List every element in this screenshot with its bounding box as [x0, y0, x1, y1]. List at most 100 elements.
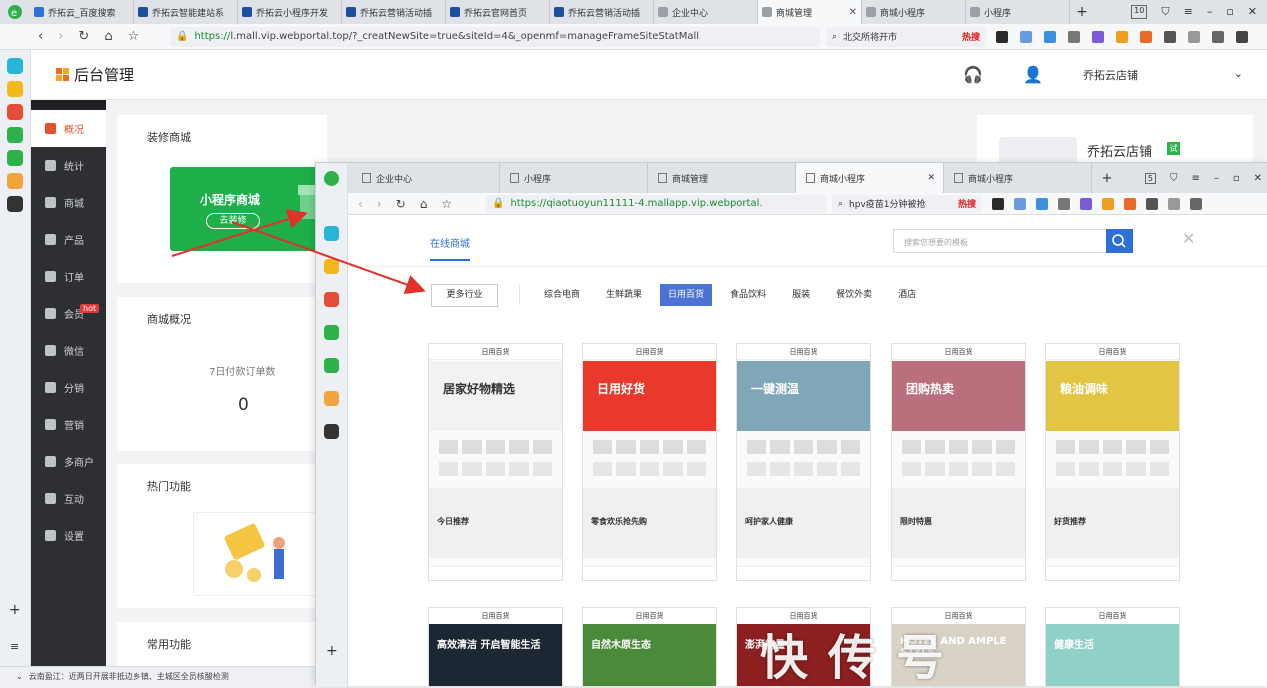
undo-icon[interactable] — [1212, 30, 1224, 43]
extension-icon[interactable] — [992, 197, 1004, 210]
maximize-button[interactable]: ▫ — [1233, 173, 1240, 184]
template-card[interactable]: 日用百货 健康生活 — [1045, 607, 1180, 687]
game-icon[interactable] — [324, 391, 339, 406]
close-tab-icon[interactable]: ✕ — [849, 7, 857, 18]
extension-icon[interactable] — [1014, 197, 1026, 210]
template-card[interactable]: 日用百货 居家好物精选 今日推荐 — [428, 343, 563, 581]
admin-menu-item[interactable]: 多商户 — [31, 443, 106, 480]
popup-search-box[interactable]: ⌕ hpv疫苗1分钟被抢 热搜 — [832, 194, 982, 213]
vip-feature-tile[interactable] — [193, 512, 323, 596]
admin-menu-item[interactable]: 设置 — [31, 517, 106, 554]
browser-tab[interactable]: 乔拓云小程序开发 — [238, 0, 342, 24]
star-icon[interactable]: ☆ — [441, 197, 452, 211]
shield-icon[interactable] — [1116, 30, 1128, 43]
admin-menu-item[interactable]: 分销 — [31, 369, 106, 406]
admin-menu-item[interactable]: 订单 — [31, 258, 106, 295]
extension-icon[interactable] — [996, 30, 1008, 43]
template-card[interactable]: 日用百货 团购热卖 限时特惠 — [891, 343, 1026, 581]
weibo-icon[interactable] — [324, 292, 339, 307]
add-icon[interactable]: + — [9, 602, 21, 618]
browser-tab[interactable]: 商城小程序 — [862, 0, 966, 24]
extension-icon[interactable] — [1044, 30, 1056, 43]
admin-menu-item[interactable]: 统计 — [31, 147, 106, 184]
star-icon[interactable] — [7, 81, 23, 97]
admin-menu-item[interactable]: 互动 — [31, 480, 106, 517]
minimize-button[interactable]: – — [1214, 173, 1219, 184]
back-icon[interactable]: ‹ — [358, 197, 363, 211]
online-mall-tab[interactable]: 在线商城 — [430, 235, 470, 250]
shop-selector[interactable]: 乔拓云店铺 ⌄ — [1083, 67, 1243, 83]
mp-mall-card[interactable]: 小程序商城 去装修 — [170, 167, 320, 251]
admin-menu-item[interactable]: 产品 — [31, 221, 106, 258]
url-field[interactable]: 🔒 https://l.mall.vip.webportal.top/?_cre… — [170, 26, 820, 47]
close-icon[interactable]: ✕ — [1182, 229, 1195, 248]
go-decorate-button[interactable]: 去装修 — [206, 213, 260, 229]
popup-browser-tab[interactable]: 企业中心 — [352, 163, 500, 193]
forward-icon[interactable]: › — [377, 197, 382, 211]
admin-menu-item[interactable]: 商城 — [31, 184, 106, 221]
star-icon[interactable]: ☆ — [128, 29, 140, 44]
tab-count-badge[interactable]: 10 — [1131, 5, 1148, 19]
maximize-button[interactable]: ▫ — [1226, 5, 1233, 19]
category-tab[interactable]: 餐饮外卖 — [828, 284, 880, 306]
template-card[interactable]: 日用百货 一键测温 呵护家人健康 — [736, 343, 871, 581]
category-tab[interactable]: 服装 — [784, 284, 818, 306]
user-icon[interactable]: 👤 — [1023, 65, 1043, 84]
popup-browser-tab[interactable]: 小程序 — [500, 163, 648, 193]
template-search-input[interactable]: 搜索您想要的模板 — [893, 229, 1108, 253]
brightness-icon[interactable] — [1188, 30, 1200, 43]
cloud-icon[interactable] — [7, 150, 23, 166]
category-tab[interactable]: 食品饮料 — [722, 284, 774, 306]
panda-icon[interactable] — [7, 196, 23, 212]
extension-icon[interactable] — [1020, 30, 1032, 43]
home-icon[interactable]: ⌂ — [104, 29, 112, 44]
category-tab[interactable]: 综合电商 — [536, 284, 588, 306]
browser-tab[interactable]: 乔拓云_百度搜索 — [30, 0, 134, 24]
template-card[interactable]: 日用百货 高效清洁 开启智能生活 — [428, 607, 563, 687]
home-icon[interactable]: ⌂ — [420, 197, 428, 211]
tab-count-badge[interactable]: 5 — [1144, 172, 1156, 184]
browser-tab[interactable]: 乔拓云营销活动插 — [550, 0, 654, 24]
template-search-button[interactable] — [1106, 229, 1133, 253]
shirt-icon[interactable]: ⛉ — [1161, 5, 1169, 19]
close-window-button[interactable]: ✕ — [1254, 173, 1262, 184]
panda-icon[interactable] — [324, 424, 339, 439]
add-icon[interactable]: + — [326, 643, 338, 659]
category-tab[interactable]: 生鲜蔬果 — [598, 284, 650, 306]
close-tab-icon[interactable]: ✕ — [927, 173, 935, 183]
grid-icon[interactable] — [1146, 197, 1158, 210]
news-ticker[interactable]: 云南盈江：近两日开展非抵边乡镇、主城区全员核酸检测 — [29, 671, 229, 682]
browser-tab[interactable]: 乔拓云官网首页 — [446, 0, 550, 24]
admin-menu-item[interactable]: 概况 — [31, 110, 106, 147]
brightness-icon[interactable] — [1168, 197, 1180, 210]
headset-icon[interactable]: 🎧 — [963, 65, 983, 84]
browser-tab[interactable]: 企业中心 — [654, 0, 758, 24]
reload-icon[interactable]: ↻ — [396, 197, 406, 211]
popup-url-field[interactable]: 🔒 https://qiaotuoyun11111-4.mallapp.vip.… — [486, 194, 826, 213]
admin-menu-item[interactable]: 微信 — [31, 332, 106, 369]
new-tab-button[interactable]: + — [1092, 171, 1122, 186]
game-icon[interactable] — [1124, 197, 1136, 210]
category-tab[interactable]: 日用百货 — [660, 284, 713, 306]
undo-icon[interactable] — [1190, 197, 1202, 210]
shield-icon[interactable] — [1102, 197, 1114, 210]
menu-icon[interactable]: ≡ — [1184, 5, 1193, 19]
menu-icon[interactable]: ≡ — [1191, 173, 1199, 184]
popup-browser-tab[interactable]: 商城管理 — [648, 163, 796, 193]
browser-tab[interactable]: 商城管理 ✕ — [758, 0, 862, 24]
scissors-icon[interactable] — [1058, 197, 1070, 210]
popup-browser-tab[interactable]: 商城小程序 — [944, 163, 1092, 193]
browser-tab[interactable]: 乔拓云营销活动插 — [342, 0, 446, 24]
template-card[interactable]: 日用百货 日用好货 零食欢乐抢先购 — [582, 343, 717, 581]
back-icon[interactable]: ‹ — [38, 29, 43, 44]
shirt-icon[interactable]: ⛉ — [1170, 173, 1178, 184]
extension-icon[interactable] — [1092, 30, 1104, 43]
scissors-icon[interactable] — [1068, 30, 1080, 43]
extension-icon[interactable] — [1036, 197, 1048, 210]
template-card[interactable]: 日用百货 自然木原生态 — [582, 607, 717, 687]
extension-icon[interactable] — [1080, 197, 1092, 210]
browser-search-box[interactable]: ⌕ 北交所将开市 热搜 — [826, 26, 986, 47]
forward-icon[interactable]: › — [58, 29, 63, 44]
sidebar-app-icon[interactable] — [7, 58, 23, 74]
category-tab[interactable]: 酒店 — [890, 284, 924, 306]
